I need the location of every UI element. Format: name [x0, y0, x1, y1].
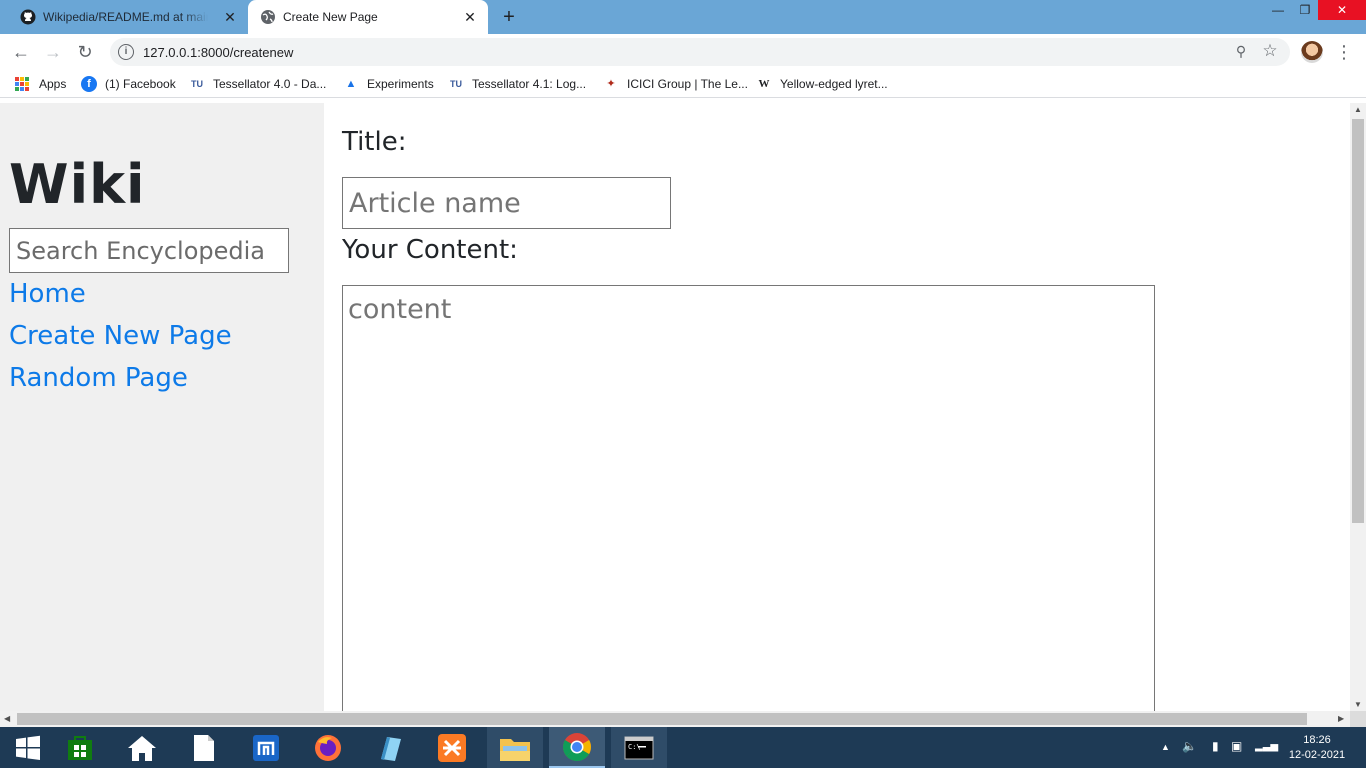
- title-label: Title:: [342, 127, 407, 157]
- scroll-down-icon[interactable]: ▼: [1354, 700, 1362, 709]
- bookmark-experiments[interactable]: ▲ Experiments: [343, 76, 434, 92]
- clock-time: 18:26: [1303, 734, 1331, 746]
- bookmark-tessellator-40[interactable]: TU Tessellator 4.0 - Da...: [189, 76, 326, 92]
- cmd-icon[interactable]: C:\: [611, 727, 667, 768]
- tab-title: Wikipedia/README.md at main ·: [43, 10, 208, 24]
- browser-tab-strip: Wikipedia/README.md at main · ✕ Create N…: [0, 0, 1366, 34]
- nav-link-home[interactable]: Home: [9, 279, 86, 309]
- flask-icon: ▲: [345, 78, 357, 90]
- bookmark-apps[interactable]: Apps: [15, 76, 66, 92]
- volume-icon[interactable]: 🔈: [1182, 739, 1197, 753]
- horizontal-scroll-thumb[interactable]: [17, 713, 1307, 725]
- content-textarea[interactable]: [342, 285, 1155, 711]
- bookmark-label: Apps: [39, 77, 67, 91]
- browser-menu-icon[interactable]: ⋮: [1335, 40, 1353, 64]
- bookmark-lyretail[interactable]: W Yellow-edged lyret...: [756, 76, 888, 92]
- signal-icon[interactable]: ▂▃▅: [1255, 741, 1278, 752]
- tab-title: Create New Page: [283, 10, 378, 24]
- reload-icon[interactable]: ↻: [73, 40, 97, 64]
- new-tab-button[interactable]: +: [498, 6, 520, 28]
- vertical-scroll-thumb[interactable]: [1352, 119, 1364, 523]
- close-tab-icon[interactable]: ✕: [462, 9, 478, 25]
- scroll-up-icon[interactable]: ▲: [1354, 105, 1362, 114]
- windows-start-icon[interactable]: [0, 727, 56, 768]
- web-page: Wiki Home Create New Page Random Page Ti…: [0, 103, 1350, 711]
- github-icon: [20, 9, 36, 25]
- nav-link-random-page[interactable]: Random Page: [9, 363, 188, 393]
- bookmark-label: Tessellator 4.1: Log...: [472, 77, 587, 91]
- site-title: Wiki: [9, 153, 146, 216]
- file-icon[interactable]: [176, 727, 232, 768]
- profile-avatar[interactable]: [1301, 41, 1323, 63]
- bookmark-label: Tessellator 4.0 - Da...: [213, 77, 327, 91]
- forward-icon[interactable]: →: [41, 40, 65, 64]
- xampp-icon[interactable]: [424, 727, 480, 768]
- tab-github-readme[interactable]: Wikipedia/README.md at main · ✕: [8, 0, 248, 34]
- zoom-icon[interactable]: ⚲: [1232, 43, 1250, 61]
- tessellator-icon: TU: [450, 79, 462, 89]
- taskbar: C:\ ▲ 🔈 ▮ ▣ ▂▃▅ 18:26 12-02-2021: [0, 727, 1366, 768]
- browser-toolbar: ← → ↻ i 127.0.0.1:8000/createnew ⚲ ☆ ⋮: [0, 34, 1366, 70]
- nav-link-create-new-page[interactable]: Create New Page: [9, 321, 232, 351]
- battery-icon[interactable]: ▮: [1212, 739, 1219, 753]
- back-icon[interactable]: ←: [9, 40, 33, 64]
- vertical-scrollbar[interactable]: ▲ ▼: [1350, 103, 1366, 711]
- bookmark-label: (1) Facebook: [105, 77, 176, 91]
- main-content: Title: Your Content:: [324, 103, 1350, 711]
- file-explorer-icon[interactable]: [487, 727, 543, 768]
- restore-icon[interactable]: ❐: [1290, 0, 1320, 20]
- bookmark-icici[interactable]: ✦ ICICI Group | The Le...: [603, 76, 748, 92]
- minimize-icon[interactable]: —: [1263, 0, 1293, 20]
- icici-icon: ✦: [606, 78, 616, 90]
- bookmark-tessellator-41[interactable]: TU Tessellator 4.1: Log...: [448, 76, 586, 92]
- chrome-icon[interactable]: [549, 727, 605, 768]
- home-icon[interactable]: [114, 727, 170, 768]
- scrollbar-corner: [1350, 711, 1366, 727]
- tray-chevron-icon[interactable]: ▲: [1161, 742, 1170, 752]
- bookmarks-bar: Apps f (1) Facebook TU Tessellator 4.0 -…: [0, 70, 1366, 98]
- bookmark-label: ICICI Group | The Le...: [627, 77, 748, 91]
- bookmark-label: Experiments: [367, 77, 434, 91]
- clock-date: 12-02-2021: [1288, 749, 1346, 761]
- content-label: Your Content:: [342, 235, 518, 265]
- globe-icon: [261, 10, 275, 24]
- maxthon-icon[interactable]: [238, 727, 294, 768]
- apps-grid-icon: [15, 77, 29, 91]
- url-text: 127.0.0.1:8000/createnew: [143, 45, 294, 60]
- title-input[interactable]: [342, 177, 671, 229]
- address-bar[interactable]: i 127.0.0.1:8000/createnew ⚲ ☆: [110, 38, 1290, 66]
- bookmark-star-icon[interactable]: ☆: [1260, 41, 1280, 61]
- close-window-icon[interactable]: ✕: [1318, 0, 1366, 20]
- notepad-icon[interactable]: [362, 727, 418, 768]
- bookmark-facebook[interactable]: f (1) Facebook: [81, 76, 176, 92]
- horizontal-scrollbar[interactable]: ◀ ▶: [0, 711, 1350, 727]
- close-tab-icon[interactable]: ✕: [222, 9, 238, 25]
- system-clock[interactable]: 18:26 12-02-2021: [1284, 733, 1350, 763]
- scroll-left-icon[interactable]: ◀: [4, 714, 10, 723]
- search-input[interactable]: [9, 228, 289, 273]
- firefox-icon[interactable]: [300, 727, 356, 768]
- bookmark-label: Yellow-edged lyret...: [780, 77, 888, 91]
- store-icon[interactable]: [52, 727, 108, 768]
- scroll-right-icon[interactable]: ▶: [1338, 714, 1344, 723]
- wikipedia-icon: W: [758, 78, 770, 90]
- tessellator-icon: TU: [191, 79, 203, 89]
- tab-create-new-page[interactable]: Create New Page ✕: [248, 0, 488, 34]
- facebook-icon: f: [81, 76, 97, 92]
- sidebar: Wiki Home Create New Page Random Page: [0, 103, 324, 711]
- site-info-icon[interactable]: i: [118, 44, 134, 60]
- network-icon[interactable]: ▣: [1231, 739, 1242, 753]
